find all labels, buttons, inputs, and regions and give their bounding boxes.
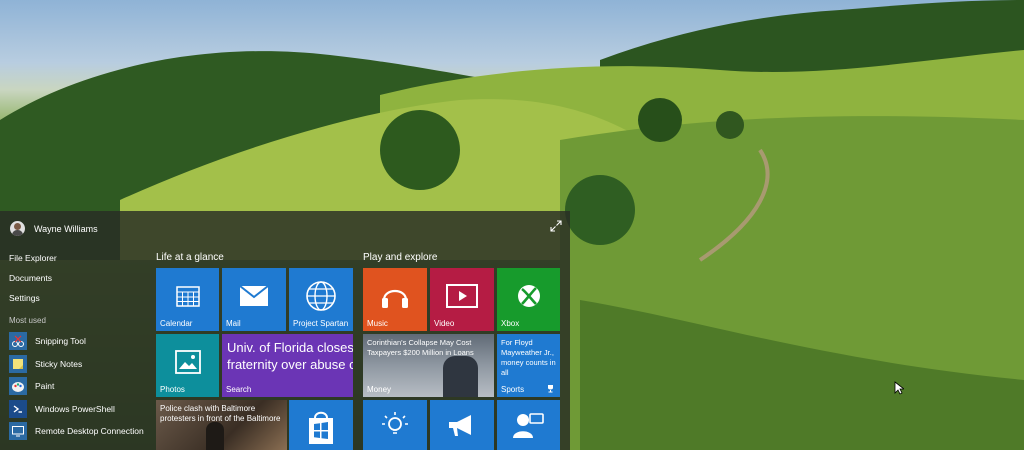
headphones-icon xyxy=(382,289,408,308)
tile-get-started[interactable] xyxy=(430,400,494,450)
news-headline: Univ. of Florida closes fraternity over … xyxy=(227,339,353,373)
mail-icon xyxy=(239,284,269,306)
tile-store[interactable] xyxy=(289,400,353,450)
xbox-icon xyxy=(517,284,540,307)
money-headline: Corinthian's Collapse May Cost Taxpayers… xyxy=(367,338,474,357)
tile-sports[interactable]: For Floyd Mayweather Jr., money counts i… xyxy=(497,334,560,397)
tile-photos[interactable]: Photos xyxy=(156,334,219,397)
powershell-icon xyxy=(9,399,27,418)
app-windows-powershell[interactable]: Windows PowerShell xyxy=(9,398,149,421)
tile-mail[interactable]: Mail xyxy=(222,268,286,331)
tile-label: Sports xyxy=(501,385,525,394)
app-label: Windows PowerShell xyxy=(35,403,115,414)
most-used-heading: Most used xyxy=(9,316,46,325)
tile-label: Money xyxy=(367,385,392,394)
app-label: Snipping Tool xyxy=(35,336,86,347)
tile-label: Project Spartan xyxy=(293,319,349,328)
police-headline: Police clash with Baltimore protesters i… xyxy=(160,404,281,423)
tile-music[interactable]: Music xyxy=(363,268,427,331)
news-photo-image xyxy=(206,422,224,450)
tile-people[interactable] xyxy=(497,400,560,450)
tile-xbox[interactable]: Xbox xyxy=(497,268,560,331)
money-photo-image xyxy=(443,356,478,397)
news-headline-line-1: Univ. of Florida closes xyxy=(227,340,353,355)
avatar xyxy=(10,221,25,236)
tile-news-photo[interactable]: Police clash with Baltimore protesters i… xyxy=(156,400,287,450)
tile-label: Photos xyxy=(160,385,185,394)
tile-video[interactable]: Video xyxy=(430,268,494,331)
app-snipping-tool[interactable]: Snipping Tool xyxy=(9,330,149,353)
lightbulb-icon xyxy=(382,412,408,434)
place-settings[interactable]: Settings xyxy=(9,292,149,312)
tile-label: Calendar xyxy=(160,319,193,328)
tile-tips[interactable] xyxy=(363,400,427,450)
tile-money[interactable]: Corinthian's Collapse May Cost Taxpayers… xyxy=(363,334,494,397)
place-file-explorer[interactable]: File Explorer xyxy=(9,252,149,272)
expand-icon[interactable] xyxy=(550,220,562,232)
app-sticky-notes[interactable]: Sticky Notes xyxy=(9,353,149,376)
tile-label: Mail xyxy=(226,319,241,328)
user-account[interactable]: Wayne Williams xyxy=(10,221,98,236)
tile-label: Search xyxy=(226,385,252,394)
tile-calendar[interactable]: Calendar xyxy=(156,268,219,331)
video-icon xyxy=(446,283,478,308)
megaphone-icon xyxy=(449,415,471,436)
news-headline-line-2: fraternity over abuse c xyxy=(227,357,353,372)
store-icon xyxy=(309,411,333,444)
tile-news[interactable]: Univ. of Florida closes fraternity over … xyxy=(222,334,353,397)
app-label: Sticky Notes xyxy=(35,358,83,369)
user-name: Wayne Williams xyxy=(34,223,98,234)
sports-headline: For Floyd Mayweather Jr., money counts i… xyxy=(501,338,556,377)
tile-project-spartan[interactable]: Project Spartan xyxy=(289,268,353,331)
app-remote-desktop-connection[interactable]: Remote Desktop Connection xyxy=(9,420,149,443)
start-menu: Wayne Williams File Explorer Documents S… xyxy=(0,211,570,450)
place-documents[interactable]: Documents xyxy=(9,272,149,292)
remote-desktop-icon xyxy=(9,422,27,441)
app-paint[interactable]: Paint xyxy=(9,375,149,398)
paint-palette-icon xyxy=(9,377,27,396)
people-icon xyxy=(513,413,544,438)
globe-icon xyxy=(306,280,336,311)
start-left-menu: File Explorer Documents Settings Most us… xyxy=(9,252,149,443)
app-label: Paint xyxy=(35,381,55,392)
trophy-icon xyxy=(548,385,553,393)
calendar-icon xyxy=(175,285,200,307)
tile-label: Music xyxy=(367,319,388,328)
scissors-icon xyxy=(9,332,27,351)
photos-icon xyxy=(174,349,201,374)
app-label: Remote Desktop Connection xyxy=(35,426,144,437)
mouse-cursor xyxy=(894,381,904,395)
sticky-note-icon xyxy=(9,354,27,373)
group-title-play-and-explore[interactable]: Play and explore xyxy=(363,252,438,263)
group-title-life-at-a-glance[interactable]: Life at a glance xyxy=(156,252,224,263)
tile-label: Xbox xyxy=(501,319,520,328)
tile-label: Video xyxy=(434,319,455,328)
